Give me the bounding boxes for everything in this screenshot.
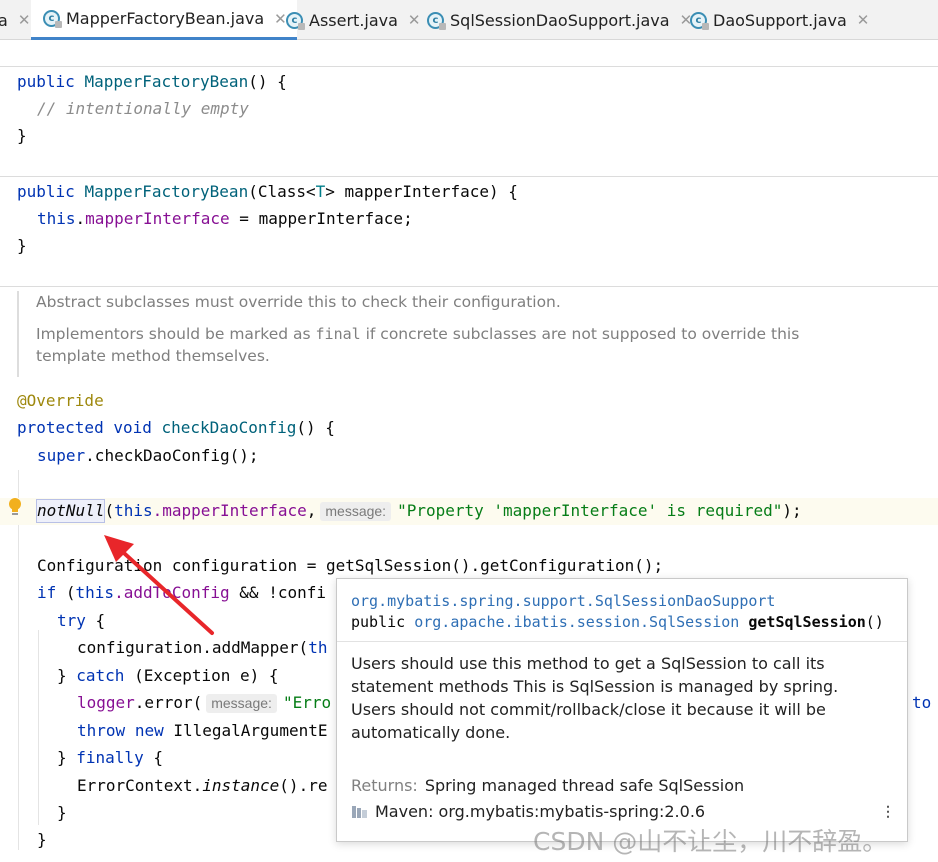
code-line: throw new IllegalArgumentE — [77, 721, 328, 740]
tab-label: MapperFactoryBean.java — [66, 9, 265, 28]
indent-guide — [38, 630, 39, 825]
code-line: configuration.addMapper(th — [77, 638, 328, 657]
code-line: logger.error(message: "Erro — [77, 693, 332, 713]
quick-documentation-popup[interactable]: org.mybatis.spring.support.SqlSessionDao… — [336, 578, 908, 842]
indent-guide — [18, 470, 19, 850]
popup-description: Users should use this method to get a Sq… — [351, 654, 839, 742]
parameter-hint: message: — [320, 502, 392, 521]
editor-tab-bar: a ✕ c MapperFactoryBean.java ✕ c Assert.… — [0, 0, 938, 40]
popup-maven-source: Maven: org.mybatis:mybatis-spring:2.0.6 — [351, 802, 705, 821]
code-line: } — [17, 236, 27, 255]
code-line: this.mapperInterface = mapperInterface; — [37, 209, 413, 228]
class-file-icon: c — [286, 11, 305, 30]
annotation-arrow — [104, 535, 214, 635]
code-line: public MapperFactoryBean(Class<T> mapper… — [17, 182, 518, 201]
lightbulb-icon[interactable] — [7, 497, 23, 519]
rendered-javadoc: Abstract subclasses must override this t… — [17, 291, 817, 377]
close-icon[interactable]: ✕ — [857, 11, 870, 29]
popup-header: org.mybatis.spring.support.SqlSessionDao… — [337, 579, 907, 642]
popup-returns: Returns: Spring managed thread safe SqlSe… — [351, 776, 745, 795]
tab-daosupport[interactable]: c DaoSupport.java ✕ — [680, 0, 879, 40]
code-line: protected void checkDaoConfig() { — [17, 418, 335, 437]
more-options-icon[interactable]: ⋮ — [881, 804, 895, 818]
close-icon[interactable]: ✕ — [18, 11, 31, 29]
tab-label: Assert.java — [309, 10, 398, 30]
method-separator — [0, 66, 938, 67]
method-separator — [0, 176, 938, 177]
code-line: } — [37, 830, 47, 849]
code-line-notnull: notNull(this.mapperInterface, message: "Pr… — [35, 499, 802, 523]
code-line: super.checkDaoConfig(); — [37, 446, 259, 465]
code-line: ErrorContext.instance().re — [77, 776, 328, 795]
method-separator — [0, 286, 938, 287]
code-line: } — [57, 803, 67, 822]
tab-partial[interactable]: a ✕ — [0, 0, 30, 40]
tab-label: DaoSupport.java — [713, 10, 847, 30]
library-icon — [352, 806, 367, 818]
code-line: } catch (Exception e) { — [57, 666, 279, 685]
popup-signature: public org.apache.ibatis.session.SqlSess… — [351, 613, 884, 631]
tab-label: a — [0, 10, 8, 30]
code-line: try { — [57, 611, 106, 630]
code-line: public MapperFactoryBean() { — [17, 72, 287, 91]
code-line: // intentionally empty — [37, 99, 249, 118]
doc-paragraph: Abstract subclasses must override this t… — [36, 293, 561, 311]
tab-mapperfactorybean[interactable]: c MapperFactoryBean.java ✕ — [31, 0, 297, 40]
class-file-icon: c — [690, 11, 709, 30]
return-type-link[interactable]: org.apache.ibatis.session.SqlSession — [414, 613, 739, 631]
code-line: } — [17, 126, 27, 145]
watermark: CSDN @山不让尘，川不辞盈。 — [533, 827, 888, 856]
tab-sqlsessiondaosupport[interactable]: c SqlSessionDaoSupport.java ✕ — [417, 0, 702, 40]
parameter-hint: message: — [206, 694, 277, 713]
class-file-icon: c — [427, 11, 446, 30]
class-file-icon: c — [43, 10, 62, 28]
code-line: @Override — [17, 391, 104, 410]
tab-label: SqlSessionDaoSupport.java — [450, 10, 670, 30]
code-line: } finally { — [57, 748, 163, 767]
doc-paragraph: Implementors should be marked as final i… — [36, 325, 800, 365]
popup-class-link[interactable]: org.mybatis.spring.support.SqlSessionDao… — [351, 591, 907, 612]
notnull-call[interactable]: notNull — [35, 499, 106, 523]
tab-assert[interactable]: c Assert.java ✕ — [276, 0, 431, 40]
code-overflow-text: to — [912, 693, 932, 712]
